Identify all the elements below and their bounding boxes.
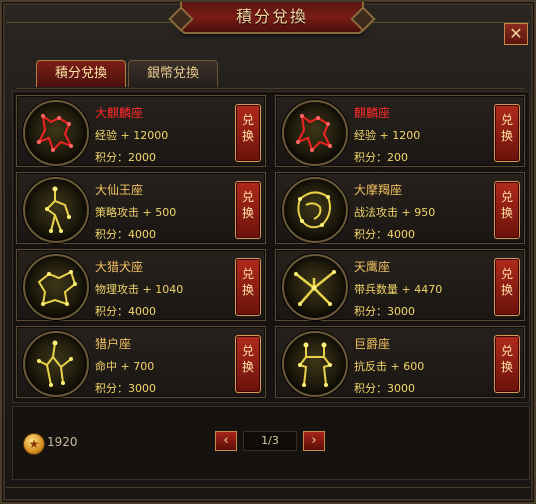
reward-card: 大麒麟座 经验 + 12000 积分：2000 兑换 (16, 95, 266, 167)
reward-stat: 物理攻击 + 1040 (95, 283, 184, 296)
reward-card: 天鹰座 带兵数量 + 4470 积分：3000 兑换 (275, 249, 525, 321)
footer-bar: ★ 1920 ‹ 1/3 › (12, 406, 530, 480)
reward-cost: 积分：2000 (95, 151, 156, 164)
close-button[interactable]: ✕ (504, 23, 528, 45)
redeem-label: 兑换 (500, 267, 513, 297)
tab-bar: 積分兌換 銀幣兌換 (16, 56, 524, 89)
reward-name: 大猎犬座 (95, 260, 144, 274)
exchange-window: 積分兌換 ✕ 積分兌換 銀幣兌換 大麒麟座 经验 + 12000 积分：2000… (0, 0, 536, 504)
reward-card: 猎户座 命中 + 700 积分：3000 兑换 (16, 326, 266, 398)
cepheus-constellation-icon (23, 177, 89, 243)
redeem-button[interactable]: 兑换 (494, 258, 520, 316)
star-coin-icon: ★ (23, 433, 45, 455)
redeem-button[interactable]: 兑换 (235, 104, 261, 162)
next-page-button[interactable]: › (303, 431, 325, 451)
chevron-left-icon: ‹ (223, 433, 229, 448)
redeem-button[interactable]: 兑换 (494, 335, 520, 393)
reward-cost: 积分：3000 (354, 305, 415, 318)
reward-stat: 命中 + 700 (95, 360, 155, 373)
reward-name: 大摩羯座 (354, 183, 403, 197)
page-indicator: 1/3 (243, 431, 297, 451)
reward-card: 巨爵座 抗反击 + 600 积分：3000 兑换 (275, 326, 525, 398)
reward-stat: 经验 + 1200 (354, 129, 421, 142)
redeem-label: 兑换 (241, 190, 254, 220)
redeem-button[interactable]: 兑换 (494, 104, 520, 162)
window-title: 積分兌換 (235, 7, 308, 26)
redeem-label: 兑换 (500, 113, 513, 143)
reward-name: 猎户座 (95, 337, 132, 351)
redeem-label: 兑换 (241, 267, 254, 297)
reward-stat: 抗反击 + 600 (354, 360, 425, 373)
redeem-button[interactable]: 兑换 (235, 181, 261, 239)
reward-stat: 带兵数量 + 4470 (354, 283, 443, 296)
redeem-label: 兑换 (500, 190, 513, 220)
reward-name: 麒麟座 (354, 106, 391, 120)
reward-name: 天鹰座 (354, 260, 391, 274)
reward-cost: 积分：3000 (95, 382, 156, 395)
reward-cost: 积分：200 (354, 151, 408, 164)
prev-page-button[interactable]: ‹ (215, 431, 237, 451)
reward-stat: 经验 + 12000 (95, 129, 169, 142)
reward-card: 麒麟座 经验 + 1200 积分：200 兑换 (275, 95, 525, 167)
redeem-button[interactable]: 兑换 (235, 335, 261, 393)
reward-grid: 大麒麟座 经验 + 12000 积分：2000 兑换 麒麟座 经验 + 1200 (12, 91, 530, 403)
tab-points-exchange[interactable]: 積分兌換 (36, 60, 126, 87)
aquila-constellation-icon (282, 254, 348, 320)
window-bottom-edge (6, 487, 530, 488)
reward-name: 巨爵座 (354, 337, 391, 351)
redeem-label: 兑换 (241, 344, 254, 374)
title-plate: 積分兌換 (180, 2, 364, 34)
redeem-label: 兑换 (500, 344, 513, 374)
reward-stat: 策略攻击 + 500 (95, 206, 177, 219)
reward-card: 大摩羯座 战法攻击 + 950 积分：4000 兑换 (275, 172, 525, 244)
tab-silver-exchange[interactable]: 銀幣兌換 (128, 60, 218, 87)
close-icon: ✕ (509, 24, 523, 43)
coin-balance: 1920 (47, 435, 78, 449)
reward-cost: 积分：4000 (95, 228, 156, 241)
redeem-button[interactable]: 兑换 (494, 181, 520, 239)
reward-cost: 积分：4000 (95, 305, 156, 318)
qilin-constellation-icon (23, 100, 89, 166)
capricorn-constellation-icon (282, 177, 348, 243)
reward-stat: 战法攻击 + 950 (354, 206, 436, 219)
chevron-right-icon: › (311, 433, 317, 448)
reward-cost: 积分：4000 (354, 228, 415, 241)
reward-name: 大仙王座 (95, 183, 144, 197)
crater-constellation-icon (282, 331, 348, 397)
qilin-constellation-icon (282, 100, 348, 166)
redeem-label: 兑换 (241, 113, 254, 143)
reward-card: 大猎犬座 物理攻击 + 1040 积分：4000 兑换 (16, 249, 266, 321)
redeem-button[interactable]: 兑换 (235, 258, 261, 316)
orion-constellation-icon (23, 331, 89, 397)
reward-name: 大麒麟座 (95, 106, 144, 120)
reward-cost: 积分：3000 (354, 382, 415, 395)
canes-constellation-icon (23, 254, 89, 320)
reward-card: 大仙王座 策略攻击 + 500 积分：4000 兑换 (16, 172, 266, 244)
